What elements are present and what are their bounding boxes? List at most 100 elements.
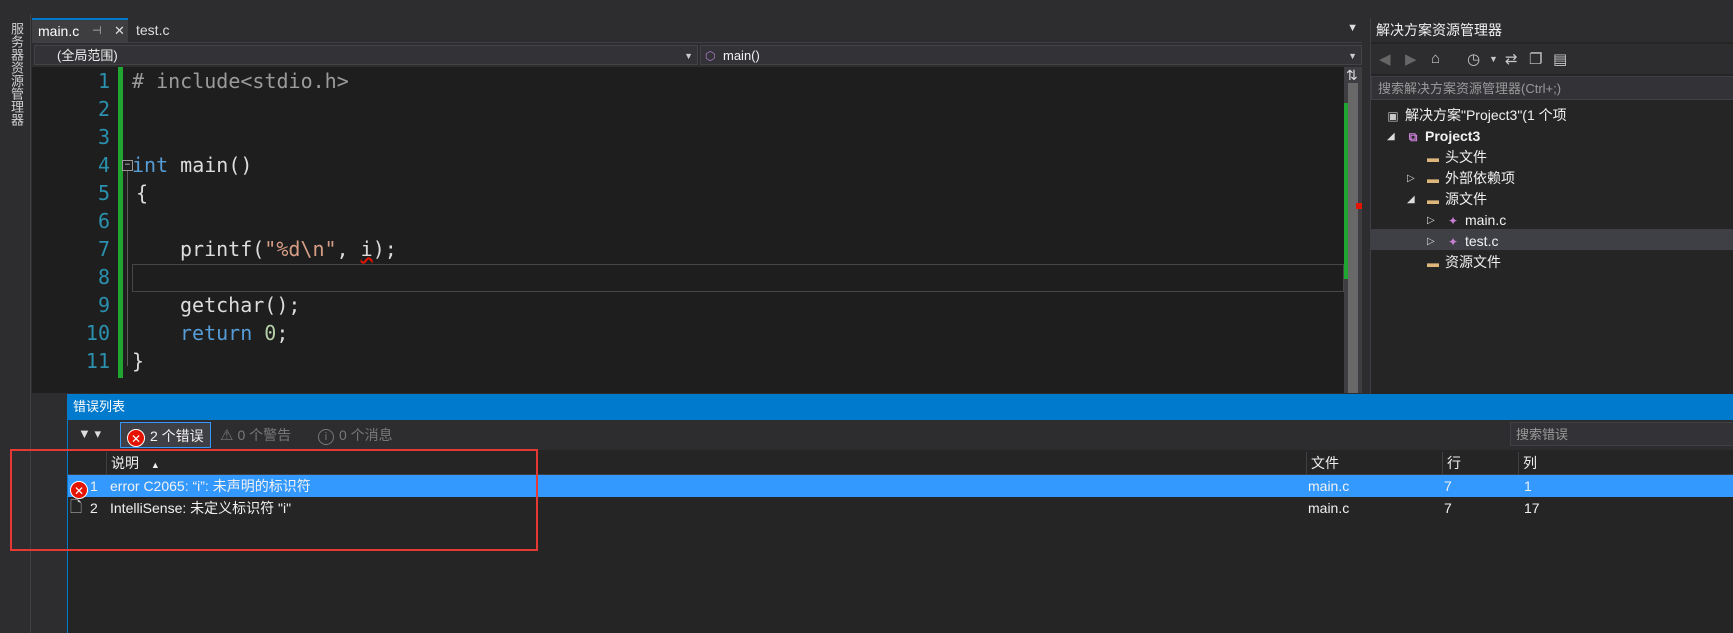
code-line-1: # include<stdio.h> [132,67,349,95]
filter-icon[interactable]: ▼ ▾ [78,426,101,442]
selected-row-highlight [1371,229,1733,250]
panel-title: 解决方案资源管理器 [1371,18,1733,42]
c-file-icon: ✦ [1447,235,1459,249]
tree-label: 资源文件 [1445,254,1501,270]
line-number: 5 [97,181,110,205]
line-number: 4 [97,153,110,177]
code-editor[interactable]: − 1 2 3 4 5 6 7 8 9 10 11 # include<stdi… [32,67,1344,393]
column-header-line[interactable]: 行 [1442,452,1518,474]
split-icon[interactable]: ⇅ [1346,67,1358,84]
forward-icon[interactable]: ▶ [1405,50,1417,68]
document-tabs: main.c ⊣ ✕ test.c ▼ [32,18,1362,42]
collapse-all-icon[interactable]: ❐ [1529,50,1542,68]
close-icon[interactable]: ✕ [114,20,125,42]
tab-label: main.c [38,23,80,39]
code-line-11: } [132,349,145,373]
current-line-highlight [132,264,1344,292]
annotation-highlight-box [10,449,538,551]
error-icon: ✕ [127,429,145,447]
folder-icon: ▬ [1427,151,1439,165]
row-column: 1 [1524,478,1532,494]
statement-end: ; [276,321,289,345]
tree-label: 解决方案"Project3"(1 个项 [1405,107,1567,123]
collapsed-triangle-icon[interactable]: ▷ [1407,173,1415,184]
tree-file-test-c[interactable]: ✦ test.c [1445,231,1499,252]
line-number: 6 [97,209,110,233]
tree-label: 头文件 [1445,149,1487,165]
warnings-filter-button[interactable]: ⚠ 0 个警告 [214,422,297,448]
column-header-file[interactable]: 文件 [1306,452,1442,474]
solution-icon: ▣ [1387,109,1399,123]
project-icon: ⧉ [1408,130,1418,144]
tree-label: Project3 [1425,128,1481,144]
tree-label: main.c [1465,212,1507,228]
editor-scrollbar[interactable]: ⇅ [1344,67,1362,393]
column-label: 列 [1523,455,1537,471]
sync-icon[interactable]: ⇄ [1505,50,1518,68]
function-call: printf( [180,237,265,261]
scope-combo[interactable]: (全局范围) ▼ [34,45,698,65]
tree-file-main-c[interactable]: ✦ main.c [1445,210,1506,231]
line-number: 10 [85,321,110,345]
separator: , [336,237,361,261]
line-number: 1 [97,69,110,93]
expanded-triangle-icon[interactable]: ◢ [1407,194,1415,205]
code-line-5: { [136,181,149,205]
keyword: return [180,321,253,345]
tab-test-c[interactable]: test.c [130,18,175,42]
function-cube-icon: ⬡ [705,49,716,63]
block-guide [127,170,128,366]
code-line-10: return 0; [180,319,288,347]
function-combo[interactable]: ⬡ main() ▼ [700,45,1362,65]
error-search-input[interactable]: 搜索错误 [1510,422,1733,446]
scroll-thumb[interactable] [1348,83,1358,393]
tree-headers-folder[interactable]: ▬ 头文件 [1425,147,1487,168]
tab-label: test.c [136,22,170,38]
server-explorer-tab[interactable]: 服务器资源管理器 [7,22,26,126]
messages-count-label: 0 个消息 [339,427,393,443]
row-column: 17 [1524,500,1540,516]
string-literal: "%d\n" [264,237,337,261]
tree-sources-folder[interactable]: ▬ 源文件 [1425,189,1487,210]
collapsed-triangle-icon[interactable]: ▷ [1427,236,1435,247]
number-literal: 0 [264,321,277,345]
solution-search-input[interactable]: 搜索解决方案资源管理器(Ctrl+;) [1371,76,1733,100]
row-file: main.c [1308,478,1350,494]
properties-icon[interactable]: ▤ [1553,50,1567,68]
row-line: 7 [1444,500,1452,516]
tree-project[interactable]: ⧉ Project3 [1405,126,1481,147]
messages-filter-button[interactable]: i 0 个消息 [312,422,399,448]
back-icon[interactable]: ◀ [1379,50,1391,68]
code-line-4: int main() [132,151,252,179]
warnings-count-label: 0 个警告 [237,427,292,443]
pin-icon[interactable]: ⊣ [92,20,102,42]
home-icon[interactable]: ⌂ [1431,50,1440,67]
include-header: <stdio.h> [240,69,349,93]
call-end: ); [372,237,397,261]
error-list-toolbar: ▼ ▾ ✕ 2 个错误 ⚠ 0 个警告 i 0 个消息 搜索错误 [68,420,1733,450]
keyword: int [132,153,169,177]
line-number: 2 [97,97,110,121]
chevron-down-icon[interactable]: ▼ [1489,54,1498,64]
c-file-icon: ✦ [1447,214,1459,228]
row-file: main.c [1308,500,1350,516]
history-icon[interactable]: ◷ [1467,50,1480,68]
collapsed-triangle-icon[interactable]: ▷ [1427,215,1435,226]
tree-resources-folder[interactable]: ▬ 资源文件 [1425,252,1501,273]
navigation-bar: (全局范围) ▼ ⬡ main() ▼ [32,42,1362,68]
line-number: 9 [97,293,110,317]
tab-main-c[interactable]: main.c ⊣ ✕ [32,18,128,42]
column-header-column[interactable]: 列 [1518,452,1733,474]
tree-solution[interactable]: ▣ 解决方案"Project3"(1 个项 [1385,105,1567,126]
tab-list-dropdown-icon[interactable]: ▼ [1347,22,1358,34]
folder-icon: ▬ [1427,193,1439,207]
tree-label: 外部依赖项 [1445,170,1515,186]
tree-label: 源文件 [1445,191,1487,207]
line-number: 8 [97,265,110,289]
tree-label: test.c [1465,233,1499,249]
function-label: main() [723,48,760,63]
errors-filter-button[interactable]: ✕ 2 个错误 [120,422,211,448]
tree-external-deps[interactable]: ▬ 外部依赖项 [1425,168,1515,189]
folder-icon: ▬ [1427,256,1439,270]
expanded-triangle-icon[interactable]: ◢ [1387,131,1395,142]
